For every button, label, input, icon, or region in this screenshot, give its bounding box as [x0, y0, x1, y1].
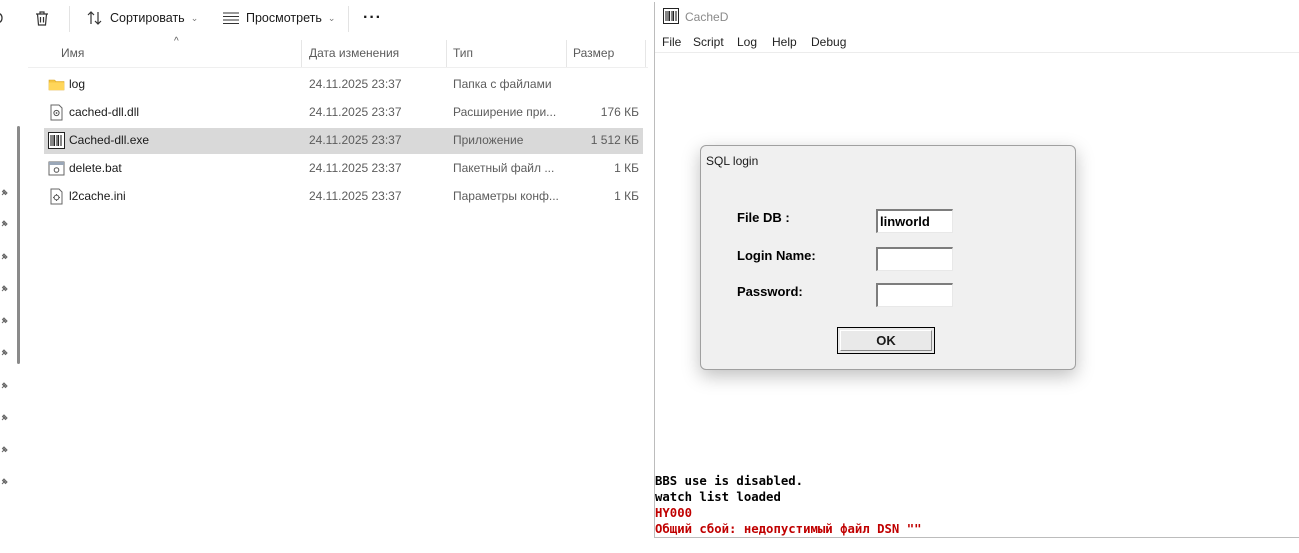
file-size: 1 КБ [614, 189, 639, 203]
login-name-field[interactable] [876, 247, 953, 271]
file-name: delete.bat [69, 161, 122, 175]
menu-file[interactable]: File [662, 35, 681, 49]
file-row[interactable]: log 24.11.2025 23:37 Папка с файлами [44, 72, 643, 98]
cached-titlebar[interactable]: CacheD [655, 2, 1299, 30]
file-size: 1 512 КБ [590, 133, 639, 147]
more-options-button[interactable]: ··· [363, 0, 382, 36]
menu-bar: File Script Log Help Debug [655, 32, 1299, 53]
file-db-field[interactable]: linworld [876, 209, 953, 233]
file-date: 24.11.2025 23:37 [309, 105, 402, 119]
column-size[interactable]: Размер [573, 46, 614, 60]
file-name: l2cache.ini [69, 189, 126, 203]
log-line: HY000 [655, 506, 693, 520]
column-header: ^ Имя Дата изменения Тип Размер [28, 36, 648, 68]
pin-icon [1, 247, 8, 260]
file-type: Пакетный файл ... [453, 161, 555, 175]
status-bar [0, 533, 655, 553]
pin-icon [1, 408, 8, 421]
sql-login-dialog: SQL login File DB : linworld Login Name:… [700, 145, 1076, 370]
pin-icon [1, 279, 8, 292]
sort-label: Сортировать [110, 11, 185, 25]
file-type: Папка с файлами [453, 77, 552, 91]
file-row[interactable]: cached-dll.dll 24.11.2025 23:37 Расширение… [44, 100, 643, 126]
ini-file-icon [48, 188, 65, 205]
login-name-label: Login Name: [737, 248, 816, 263]
sort-button[interactable]: Сортировать ⌄ [86, 0, 198, 36]
sort-arrows-icon [87, 11, 102, 25]
pin-icon [1, 183, 8, 196]
column-name[interactable]: Имя [61, 46, 84, 60]
log-line: Общий сбой: недопустимый файл DSN "" [655, 522, 922, 536]
file-date: 24.11.2025 23:37 [309, 189, 402, 203]
more-icon: ··· [363, 9, 382, 26]
window-title: CacheD [685, 10, 729, 24]
menu-debug[interactable]: Debug [811, 35, 846, 49]
view-lines-icon [223, 12, 239, 25]
file-db-label: File DB : [737, 210, 790, 225]
view-label: Просмотреть [246, 11, 322, 25]
dialog-title: SQL login [706, 154, 759, 168]
file-type: Приложение [453, 133, 524, 147]
log-output: BBS use is disabled. watch list loaded HY0… [655, 473, 922, 537]
pin-icon [1, 214, 8, 227]
menu-help[interactable]: Help [772, 35, 797, 49]
dll-file-icon [48, 104, 65, 121]
file-name: log [69, 77, 86, 91]
log-line: watch list loaded [655, 490, 781, 504]
ok-label: OK [876, 333, 896, 348]
file-size: 176 КБ [600, 105, 639, 119]
explorer-toolbar: Сортировать ⌄ Просмотреть ⌄ ··· [0, 0, 655, 38]
file-date: 24.11.2025 23:37 [309, 77, 402, 91]
file-explorer: Сортировать ⌄ Просмотреть ⌄ ··· ^ Имя Да… [0, 0, 655, 553]
delete-button[interactable] [34, 0, 50, 36]
chevron-down-icon: ⌄ [190, 12, 199, 23]
menu-log[interactable]: Log [737, 35, 757, 49]
log-line: BBS use is disabled. [655, 474, 804, 488]
file-row[interactable]: delete.bat 24.11.2025 23:37 Пакетный файл … [44, 156, 643, 182]
bat-file-icon [48, 160, 65, 177]
password-field[interactable] [876, 283, 953, 307]
file-row[interactable]: l2cache.ini 24.11.2025 23:37 Параметры кон… [44, 184, 643, 210]
file-type: Параметры конф... [453, 189, 559, 203]
view-button[interactable]: Просмотреть ⌄ [222, 0, 335, 36]
partial-icon [0, 13, 3, 23]
exe-app-icon [48, 132, 65, 149]
pin-icon [1, 440, 8, 453]
pin-icon [1, 311, 8, 324]
password-label: Password: [737, 284, 803, 299]
menu-script[interactable]: Script [693, 35, 724, 49]
folder-icon [48, 76, 65, 93]
nav-scrollbar[interactable] [17, 126, 20, 364]
pin-icon [1, 343, 8, 356]
file-row[interactable]: Cached-dll.exe 24.11.2025 23:37 Приложение… [44, 128, 643, 154]
ok-button[interactable]: OK [837, 327, 935, 354]
file-name: cached-dll.dll [69, 105, 140, 119]
pin-icon [1, 376, 8, 389]
file-date: 24.11.2025 23:37 [309, 133, 402, 147]
column-type[interactable]: Тип [453, 46, 473, 60]
column-date[interactable]: Дата изменения [309, 46, 399, 60]
file-size: 1 КБ [614, 161, 639, 175]
file-date: 24.11.2025 23:37 [309, 161, 402, 175]
chevron-down-icon: ⌄ [327, 12, 336, 23]
file-name: Cached-dll.exe [69, 133, 150, 147]
pin-icon [1, 472, 8, 485]
trash-icon [36, 10, 48, 26]
file-type: Расширение при... [453, 105, 557, 119]
sort-caret-icon: ^ [174, 36, 179, 47]
barcode-app-icon [663, 8, 679, 24]
